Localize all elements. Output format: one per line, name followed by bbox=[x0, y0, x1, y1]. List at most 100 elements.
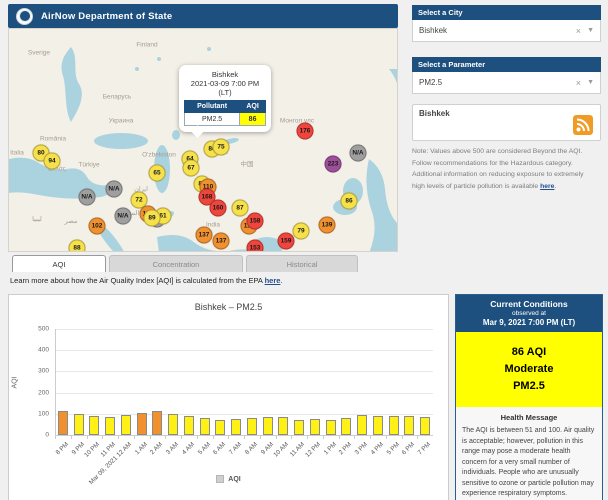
chart-x-tick-label: 4 AM bbox=[181, 441, 196, 456]
chart-x-tick bbox=[102, 436, 103, 439]
chart-x-tick bbox=[213, 436, 214, 439]
chart-x-tick-label: 6 AM bbox=[212, 441, 227, 456]
rss-icon[interactable] bbox=[573, 115, 593, 135]
chart-x-tick bbox=[87, 436, 88, 439]
aqi-marker[interactable]: N/A bbox=[106, 181, 123, 198]
aqi-marker[interactable]: 94 bbox=[44, 153, 61, 170]
chart-bar[interactable] bbox=[326, 420, 336, 435]
aqi-marker[interactable]: 153 bbox=[247, 240, 264, 253]
parameter-clear-icon[interactable]: × bbox=[576, 78, 581, 88]
chart-bar[interactable] bbox=[184, 416, 194, 435]
health-message-text: The AQI is between 51 and 100. Air quali… bbox=[462, 426, 596, 500]
chart-x-tick-label: 7 AM bbox=[228, 441, 243, 456]
chart-bar[interactable] bbox=[231, 419, 241, 435]
aqi-marker[interactable]: N/A bbox=[115, 208, 132, 225]
aqi-marker[interactable]: 223 bbox=[325, 156, 342, 173]
aqi-marker[interactable]: 79 bbox=[293, 223, 310, 240]
chart-x-tick bbox=[402, 436, 403, 439]
chart-x-tick-label: 11 AM bbox=[289, 441, 306, 458]
aqi-marker[interactable]: 160 bbox=[210, 200, 227, 217]
aqi-marker[interactable]: 159 bbox=[278, 233, 295, 250]
chart-bar[interactable] bbox=[389, 416, 399, 435]
chart-x-tick bbox=[197, 436, 198, 439]
learn-more-after: . bbox=[280, 276, 282, 285]
chart-bar[interactable] bbox=[58, 411, 68, 435]
learn-more-before: Learn more about how the Air Quality Ind… bbox=[10, 276, 265, 285]
aqi-marker[interactable]: 176 bbox=[297, 123, 314, 140]
popup-aqi-value: 86 bbox=[240, 113, 266, 126]
chart-x-tick-label: 8 AM bbox=[244, 441, 259, 456]
select-parameter-header: Select a Parameter bbox=[412, 57, 601, 72]
aqi-marker[interactable]: 137 bbox=[196, 227, 213, 244]
aqi-marker[interactable]: 102 bbox=[89, 218, 106, 235]
note-here-link[interactable]: here bbox=[540, 183, 554, 190]
chart-x-tick bbox=[165, 436, 166, 439]
chart-bar[interactable] bbox=[278, 417, 288, 435]
chart-legend[interactable]: AQI bbox=[9, 475, 448, 483]
parameter-select[interactable]: PM2.5 × ▼ bbox=[412, 72, 601, 94]
aqi-marker[interactable]: 158 bbox=[247, 213, 264, 230]
chart-x-tick-label: 6 PM bbox=[401, 441, 416, 456]
aqi-marker[interactable]: 86 bbox=[341, 193, 358, 210]
chart-title: Bishkek – PM2.5 bbox=[9, 302, 448, 312]
aqi-marker[interactable]: 139 bbox=[319, 217, 336, 234]
note-text: Note: Values above 500 are considered Be… bbox=[412, 146, 598, 192]
chart-x-tick bbox=[354, 436, 355, 439]
aqi-marker[interactable]: N/A bbox=[350, 145, 367, 162]
chart-bar[interactable] bbox=[89, 416, 99, 435]
aqi-marker[interactable]: 89 bbox=[144, 210, 161, 227]
chart-x-tick bbox=[260, 436, 261, 439]
chart-x-tick bbox=[150, 436, 151, 439]
aqi-marker[interactable]: 88 bbox=[69, 240, 86, 253]
popup-col-pollutant: Pollutant bbox=[185, 101, 240, 113]
city-select[interactable]: Bishkek × ▼ bbox=[412, 20, 601, 42]
parameter-chevron-down-icon[interactable]: ▼ bbox=[587, 79, 594, 86]
chart-x-tick-label: 1 AM bbox=[133, 441, 148, 456]
city-clear-icon[interactable]: × bbox=[576, 26, 581, 36]
legend-swatch bbox=[216, 475, 224, 483]
chart-bar[interactable] bbox=[420, 417, 430, 435]
chart-bar[interactable] bbox=[294, 420, 304, 435]
tab-historical[interactable]: Historical bbox=[246, 255, 358, 272]
chart-bar[interactable] bbox=[373, 416, 383, 435]
current-aqi-value: 86 AQI bbox=[458, 344, 600, 361]
chart-bar[interactable] bbox=[74, 414, 84, 435]
chart-x-tick bbox=[134, 436, 135, 439]
chart-bar[interactable] bbox=[357, 415, 367, 435]
aqi-marker[interactable]: 67 bbox=[183, 160, 200, 177]
chart-bar[interactable] bbox=[215, 420, 225, 435]
map-place-label: 中国 bbox=[241, 158, 254, 168]
aqi-marker[interactable]: 137 bbox=[213, 233, 230, 250]
aqi-marker[interactable]: 75 bbox=[213, 139, 230, 156]
aqi-marker[interactable]: 87 bbox=[232, 200, 249, 217]
chart-bar[interactable] bbox=[247, 418, 257, 435]
chart-y-tick-label: 200 bbox=[13, 389, 49, 396]
aqi-marker[interactable]: 65 bbox=[149, 165, 166, 182]
learn-more-here-link[interactable]: here bbox=[265, 276, 281, 285]
chart-bar[interactable] bbox=[168, 414, 178, 435]
chart-bar[interactable] bbox=[341, 418, 351, 435]
aqi-chart: Bishkek – PM2.5 AQI 01002003004005008 PM… bbox=[8, 294, 449, 500]
tab-aqi[interactable]: AQI bbox=[12, 255, 106, 272]
chart-bar[interactable] bbox=[152, 411, 162, 435]
parameter-select-value: PM2.5 bbox=[419, 78, 576, 87]
chart-bar[interactable] bbox=[137, 413, 147, 435]
chart-bar[interactable] bbox=[404, 416, 414, 435]
legend-label: AQI bbox=[228, 476, 240, 483]
select-city-header: Select a City bbox=[412, 5, 601, 20]
chart-x-tick-label: 7 PM bbox=[417, 441, 432, 456]
chart-x-tick bbox=[323, 436, 324, 439]
tab-concentration[interactable]: Concentration bbox=[109, 255, 243, 272]
map-place-label: Italia bbox=[10, 150, 24, 157]
chart-bar[interactable] bbox=[200, 418, 210, 435]
chart-bar[interactable] bbox=[263, 417, 273, 435]
chart-x-tick-label: 4 PM bbox=[369, 441, 384, 456]
app-header: AirNow Department of State bbox=[8, 4, 398, 28]
map[interactable]: FinlandSverigeБеларусьУкраинаRomâniaItal… bbox=[8, 28, 398, 252]
chart-x-tick bbox=[386, 436, 387, 439]
chart-bar[interactable] bbox=[105, 417, 115, 435]
chart-bar[interactable] bbox=[121, 415, 131, 435]
city-chevron-down-icon[interactable]: ▼ bbox=[587, 27, 594, 34]
aqi-marker[interactable]: N/A bbox=[79, 189, 96, 206]
chart-bar[interactable] bbox=[310, 419, 320, 435]
